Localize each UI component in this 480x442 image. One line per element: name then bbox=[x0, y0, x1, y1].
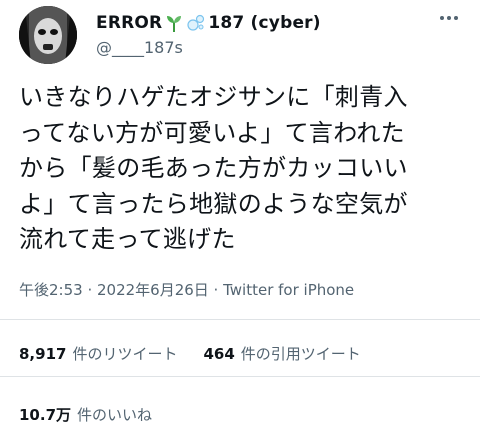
tweet-card: ERROR 187 (cyber) @____187s いきなりハゲたオジサンに… bbox=[0, 0, 480, 442]
author-handle[interactable]: @____187s bbox=[96, 38, 183, 57]
quotes-count: 464 bbox=[203, 345, 235, 363]
retweets-stat[interactable]: 8,917 件のリツイート bbox=[19, 343, 177, 364]
likes-count: 10.7万 bbox=[19, 406, 72, 424]
avatar-image bbox=[19, 6, 77, 64]
avatar[interactable] bbox=[19, 6, 77, 64]
quotes-label: 件の引用ツイート bbox=[240, 345, 361, 363]
display-name-suffix: 187 (cyber) bbox=[208, 13, 321, 33]
divider bbox=[0, 319, 480, 320]
author-name[interactable]: ERROR 187 (cyber) bbox=[96, 12, 321, 34]
retweets-count: 8,917 bbox=[19, 345, 67, 363]
likes-stat[interactable]: 10.7万 件のいいね bbox=[19, 404, 152, 425]
retweets-label: 件のリツイート bbox=[72, 345, 178, 363]
bubbles-icon bbox=[186, 13, 206, 33]
likes-label: 件のいいね bbox=[77, 406, 153, 424]
display-name-prefix: ERROR bbox=[96, 13, 163, 33]
engagement-stats-row: 8,917 件のリツイート 464 件の引用ツイート bbox=[19, 343, 387, 364]
likes-stats-row: 10.7万 件のいいね bbox=[19, 404, 178, 425]
quotes-stat[interactable]: 464 件の引用ツイート bbox=[203, 343, 360, 364]
tweet-timestamp[interactable]: 午後2:53 · 2022年6月26日 · Twitter for iPhone bbox=[19, 279, 354, 300]
tweet-text: いきなりハゲたオジサンに「刺青入 ってない方が可愛いよ」て言われた から「髪の毛… bbox=[19, 83, 408, 254]
more-options-icon[interactable] bbox=[440, 14, 462, 22]
divider bbox=[0, 376, 480, 377]
sprout-icon bbox=[164, 13, 184, 33]
